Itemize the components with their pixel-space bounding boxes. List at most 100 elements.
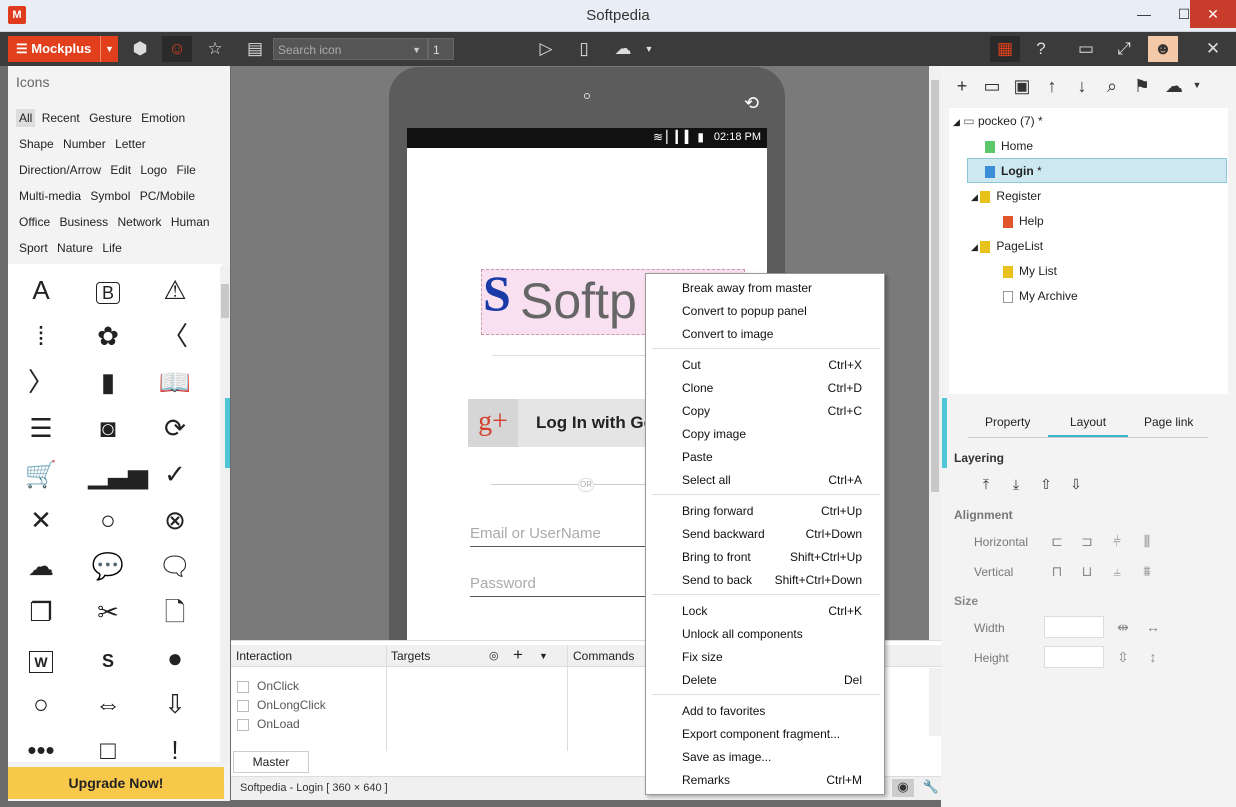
avatar[interactable]: ☻ [1148, 36, 1178, 62]
menu-item-add-favorites[interactable]: Add to favorites [682, 704, 878, 718]
category-shape[interactable]: Shape [16, 135, 57, 153]
minimize-button[interactable]: — [1124, 0, 1164, 28]
align-left-icon[interactable]: ⊏ [1048, 533, 1066, 551]
width-stretch-icon[interactable]: ↔ [1144, 619, 1162, 637]
scrollbar-thumb[interactable] [931, 80, 939, 492]
save-icon[interactable]: ▣ [1010, 76, 1034, 98]
category-recent[interactable]: Recent [39, 109, 83, 127]
mockplus-menu-button[interactable]: ☰ Mockplus ▼ [8, 36, 118, 62]
category-nature[interactable]: Nature [54, 239, 96, 257]
tree-item-mylist[interactable]: My List [1003, 264, 1057, 278]
menu-item[interactable]: Convert to popup panel [682, 304, 878, 318]
rotate-icon[interactable]: ⟲ [744, 93, 759, 114]
chevron-down-icon[interactable]: ▼ [100, 36, 118, 62]
panel-resize-handle[interactable] [942, 398, 947, 468]
category-all[interactable]: All [16, 109, 36, 127]
file-icon[interactable]: 🗋 [155, 592, 195, 632]
align-center-h-icon[interactable]: ⫩ [1108, 533, 1126, 551]
menu-item-send-to-back[interactable]: Send to back Shift+Ctrl+Down [682, 573, 878, 587]
fullscreen-icon[interactable]: ⤢ [1109, 36, 1139, 62]
tree-item-help[interactable]: Help [1003, 214, 1044, 228]
align-center-v-icon[interactable]: ⫨ [1108, 563, 1126, 581]
tab-page-link[interactable]: Page link [1144, 415, 1193, 429]
list-icon[interactable]: ☰ [21, 408, 61, 448]
letter-a-icon[interactable]: A [21, 270, 61, 310]
layout-icon[interactable]: ▤ [240, 36, 270, 62]
circle-icon[interactable]: ○ [88, 500, 128, 540]
tab-master[interactable]: Master [233, 751, 309, 773]
menu-item-send-backward[interactable]: Send backward Ctrl+Down [682, 527, 878, 541]
width-fit-icon[interactable]: ⇹ [1114, 619, 1132, 637]
camera-rotate-icon[interactable]: ⟳ [155, 408, 195, 448]
chevron-right-icon[interactable]: 〉 [21, 362, 61, 402]
close-window-button[interactable]: ✕ [1190, 0, 1236, 28]
menu-item[interactable]: Convert to image [682, 327, 878, 341]
move-down-icon[interactable]: ↓ [1070, 76, 1094, 98]
folder-icon[interactable]: ▭ [980, 76, 1004, 98]
category-logo[interactable]: Logo [137, 161, 170, 179]
align-top-icon[interactable]: ⊓ [1048, 563, 1066, 581]
tab-layout[interactable]: Layout [1070, 415, 1106, 429]
cloud-icon[interactable]: ☁ [21, 546, 61, 586]
chevron-left-icon[interactable]: 〈 [155, 316, 195, 356]
signal-bars-icon[interactable]: ▁▃▅ [88, 454, 148, 494]
distribute-h-icon[interactable]: ⫼ [1138, 533, 1156, 551]
category-letter[interactable]: Letter [112, 135, 149, 153]
chevron-down-icon[interactable]: ▼ [1185, 80, 1209, 102]
download-icon[interactable]: ⇩ [155, 684, 195, 724]
wrench-icon[interactable]: 🔧 [920, 779, 942, 797]
menu-item-bring-forward[interactable]: Bring forward Ctrl+Up [682, 504, 878, 518]
add-page-icon[interactable]: + [950, 76, 974, 98]
bottom-scrollbar[interactable] [929, 668, 941, 736]
emotion-icon[interactable]: ☺ [162, 36, 192, 62]
help-icon[interactable]: ? [1026, 36, 1056, 62]
distribute-v-icon[interactable]: ⩩ [1138, 563, 1156, 581]
password-field[interactable]: Password [470, 575, 650, 597]
dollar-s-icon[interactable]: S [88, 638, 128, 678]
category-file[interactable]: File [173, 161, 198, 179]
send-backward-icon[interactable]: ⇩ [1067, 476, 1085, 494]
send-to-back-icon[interactable]: ⤓ [1007, 476, 1025, 494]
height-stretch-icon[interactable]: ↕ [1144, 649, 1162, 667]
menu-item-export-fragment[interactable]: Export component fragment... [682, 727, 878, 741]
category-edit[interactable]: Edit [107, 161, 134, 179]
word-document-icon[interactable]: W [21, 638, 61, 678]
scissors-icon[interactable]: ✂ [88, 592, 128, 632]
battery-icon[interactable]: ▮ [88, 362, 128, 402]
circle-outline-icon[interactable]: ○ [21, 684, 61, 724]
exclamation-icon[interactable]: ! [155, 730, 195, 770]
menu-item-lock[interactable]: Lock Ctrl+K [682, 604, 878, 618]
menu-item[interactable]: Break away from master [682, 281, 878, 295]
tree-item-home[interactable]: Home [985, 139, 1033, 153]
checkmark-icon[interactable]: ✓ [155, 454, 195, 494]
tree-root[interactable]: ◢ ▭ pockeo (7) * [953, 114, 1043, 128]
menu-item-select-all[interactable]: Select all Ctrl+A [682, 473, 878, 487]
category-emotion[interactable]: Emotion [138, 109, 188, 127]
x-icon[interactable]: ✕ [21, 500, 61, 540]
flower-icon[interactable]: ✿ [88, 316, 128, 356]
event-onload[interactable]: OnLoad [237, 717, 300, 731]
chevron-down-icon[interactable]: ▼ [412, 39, 421, 61]
star-icon[interactable]: ☆ [200, 36, 230, 62]
vertical-dots-icon[interactable]: ⁞ [21, 316, 61, 356]
search-icon[interactable]: ⌕ [1100, 76, 1124, 98]
category-office[interactable]: Office [16, 213, 53, 231]
menu-item-clone[interactable]: Clone Ctrl+D [682, 381, 878, 395]
email-field[interactable]: Email or UserName [470, 525, 650, 547]
menu-item-save-image[interactable]: Save as image... [682, 750, 878, 764]
tree-item-myarchive[interactable]: My Archive [1003, 289, 1078, 303]
category-gesture[interactable]: Gesture [86, 109, 135, 127]
flag-icon[interactable]: ⚑ [1130, 76, 1154, 98]
category-symbol[interactable]: Symbol [87, 187, 133, 205]
move-up-icon[interactable]: ↑ [1040, 76, 1064, 98]
category-multimedia[interactable]: Multi-media [16, 187, 84, 205]
double-arrow-icon[interactable]: ⇔ [88, 684, 128, 724]
menu-item-delete[interactable]: Delete Del [682, 673, 878, 687]
menu-item-bring-to-front[interactable]: Bring to front Shift+Ctrl+Up [682, 550, 878, 564]
scrollbar-thumb[interactable] [221, 284, 229, 318]
more-dots-icon[interactable]: ••• [21, 730, 61, 770]
panel-resize-handle[interactable] [225, 398, 230, 468]
category-sport[interactable]: Sport [16, 239, 51, 257]
window-icon[interactable]: ▭ [1071, 36, 1101, 62]
tree-item-login[interactable]: Login * [985, 164, 1042, 178]
